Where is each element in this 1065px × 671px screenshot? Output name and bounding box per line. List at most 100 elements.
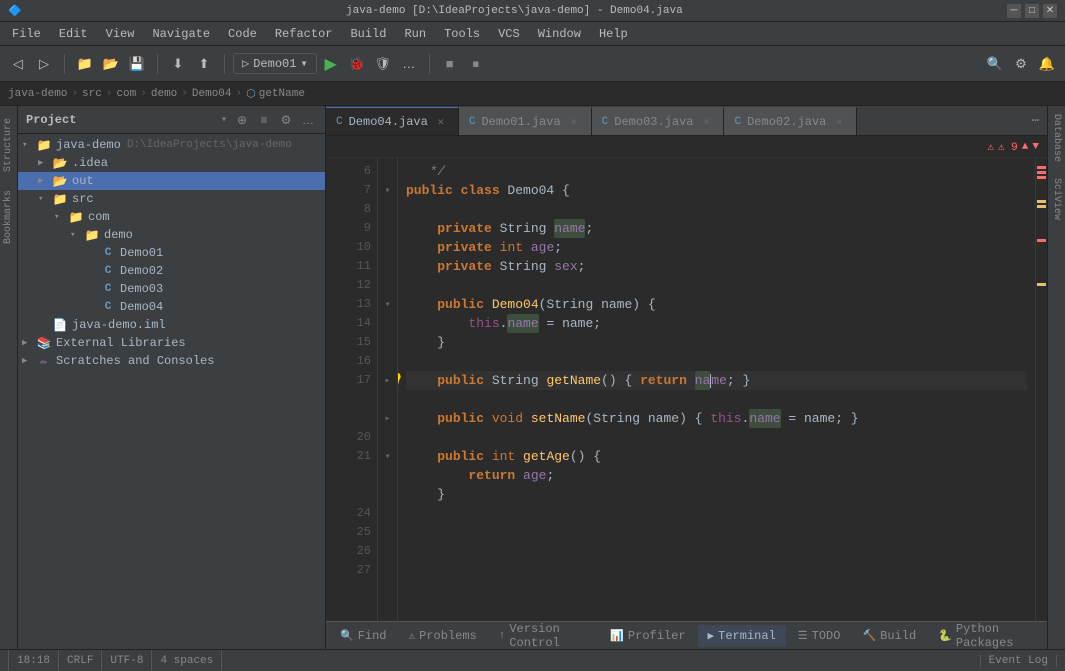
tree-item-demo02[interactable]: ▶ C Demo02	[18, 262, 325, 280]
bottom-tab-problems[interactable]: ⚠ Problems	[399, 625, 487, 647]
menu-run[interactable]: Run	[396, 25, 434, 43]
bottom-tab-python[interactable]: 🐍 Python Packages	[928, 625, 1043, 647]
minimize-button[interactable]: ─	[1007, 4, 1021, 18]
toolbar-forward-btn[interactable]: ▷	[32, 52, 56, 76]
bottom-tab-profiler[interactable]: 📊 Profiler	[600, 625, 695, 647]
run-config-selector[interactable]: ▷ Demo01 ▾	[233, 53, 317, 74]
sciview-tab[interactable]: SciView	[1049, 170, 1064, 228]
toolbar-vcs-push-btn[interactable]: ⬆	[192, 52, 216, 76]
tree-item-java-demo[interactable]: ▾ 📁 java-demo D:\IdeaProjects\java-demo	[18, 136, 325, 154]
tree-item-iml[interactable]: ▶ 📄 java-demo.iml	[18, 316, 325, 334]
error-marker-3	[1037, 176, 1046, 179]
menu-vcs[interactable]: VCS	[490, 25, 528, 43]
panel-more-btn[interactable]: …	[299, 111, 317, 129]
tree-item-scratches[interactable]: ▶ ✏ Scratches and Consoles	[18, 352, 325, 370]
gutter-24	[378, 428, 397, 447]
tree-item-demo01[interactable]: ▶ C Demo01	[18, 244, 325, 262]
menu-edit[interactable]: Edit	[51, 25, 96, 43]
bottom-tab-todo[interactable]: ☰ TODO	[788, 625, 851, 647]
error-nav-down[interactable]: ▼	[1032, 141, 1039, 153]
toolbar-new-btn[interactable]: 📁	[73, 52, 97, 76]
warning-marker-2	[1037, 205, 1046, 208]
bottom-tab-terminal[interactable]: ▶ Terminal	[698, 625, 786, 647]
database-tab[interactable]: Database	[1049, 106, 1064, 170]
menu-code[interactable]: Code	[220, 25, 265, 43]
run-button[interactable]: ▶	[319, 52, 343, 76]
tabs-overflow-btn[interactable]: ⋯	[1024, 106, 1047, 135]
tab-demo03[interactable]: C Demo03.java ✕	[592, 107, 725, 135]
tree-item-ext-libs[interactable]: ▶ 📚 External Libraries	[18, 334, 325, 352]
breadcrumb-src[interactable]: src	[82, 88, 102, 100]
panel-locate-btn[interactable]: ⊕	[233, 111, 251, 129]
menu-build[interactable]: Build	[342, 25, 394, 43]
panel-collapse-btn[interactable]: ≡	[255, 111, 273, 129]
tab-close-demo02[interactable]: ✕	[832, 115, 846, 129]
menu-help[interactable]: Help	[591, 25, 636, 43]
editor-gutter: ▾ ▾ ▸ ▸ ▾	[378, 158, 398, 621]
bottom-tab-build[interactable]: 🔨 Build	[852, 625, 926, 647]
status-line-ending[interactable]: CRLF	[59, 650, 102, 671]
menu-tools[interactable]: Tools	[436, 25, 488, 43]
tree-item-idea[interactable]: ▶ 📂 .idea	[18, 154, 325, 172]
tab-demo02[interactable]: C Demo02.java ✕	[724, 107, 857, 135]
tree-arrow-scratches: ▶	[22, 356, 36, 366]
toolbar-open-btn[interactable]: 📂	[99, 52, 123, 76]
menu-view[interactable]: View	[98, 25, 143, 43]
tree-item-out[interactable]: ▶ 📂 out	[18, 172, 325, 190]
search-everywhere-btn[interactable]: 🔍	[983, 52, 1007, 76]
tree-item-demo04[interactable]: ▶ C Demo04	[18, 298, 325, 316]
tree-item-com[interactable]: ▾ 📁 com	[18, 208, 325, 226]
menu-navigate[interactable]: Navigate	[144, 25, 218, 43]
structure-tab[interactable]: Structure	[1, 110, 16, 180]
settings-btn[interactable]: ⚙	[1009, 52, 1033, 76]
status-event-log[interactable]: Event Log	[980, 655, 1057, 667]
toolbar-back-btn[interactable]: ◁	[6, 52, 30, 76]
tree-item-demo03[interactable]: ▶ C Demo03	[18, 280, 325, 298]
gutter-13: ▾	[378, 295, 397, 314]
bottom-tab-vcs[interactable]: ↑ Version Control	[489, 625, 598, 647]
python-icon: 🐍	[938, 629, 952, 643]
iml-icon: 📄	[52, 317, 68, 333]
tab-close-demo03[interactable]: ✕	[699, 115, 713, 129]
breadcrumb-demo04[interactable]: Demo04	[192, 88, 232, 100]
toolbar-stop2-btn[interactable]: ⏹	[464, 52, 488, 76]
tab-close-demo04[interactable]: ✕	[434, 115, 448, 129]
status-encoding[interactable]: UTF-8	[102, 650, 152, 671]
status-position[interactable]: 18:18	[8, 650, 59, 671]
notifications-btn[interactable]: 🔔	[1035, 52, 1059, 76]
tab-icon-demo03: C	[602, 116, 609, 128]
code-line-8	[406, 200, 1027, 219]
breadcrumb-java-demo[interactable]: java-demo	[8, 88, 67, 100]
toolbar-vcs-update-btn[interactable]: ⬇	[166, 52, 190, 76]
breadcrumb-sep-2: ›	[106, 88, 113, 100]
code-content[interactable]: */ public class Demo04 { private String …	[398, 158, 1035, 621]
maximize-button[interactable]: □	[1025, 4, 1039, 18]
debug-button[interactable]: 🐞	[345, 52, 369, 76]
tab-demo01[interactable]: C Demo01.java ✕	[459, 107, 592, 135]
coverage-button[interactable]: 🛡	[371, 52, 395, 76]
bottom-tab-find[interactable]: 🔍 Find	[330, 625, 397, 647]
bookmarks-tab[interactable]: Bookmarks	[1, 182, 16, 252]
code-line-24	[406, 428, 1027, 447]
toolbar-stop-btn[interactable]: ■	[438, 52, 462, 76]
error-nav-up[interactable]: ▲	[1022, 141, 1029, 153]
tab-demo04[interactable]: C Demo04.java ✕	[326, 107, 459, 135]
breadcrumb-com[interactable]: com	[116, 88, 136, 100]
tree-item-src[interactable]: ▾ 📁 src	[18, 190, 325, 208]
status-indent[interactable]: 4 spaces	[152, 650, 222, 671]
code-editor[interactable]: 6 7 8 9 10 11 12 13 14 15 16 17 18 19 20…	[326, 158, 1047, 621]
tree-item-demo[interactable]: ▾ 📁 demo	[18, 226, 325, 244]
breadcrumb-getname[interactable]: ⬡ getName	[246, 87, 305, 101]
run-with-button[interactable]: …	[397, 52, 421, 76]
title-bar: 🔷 java-demo [D:\IdeaProjects\java-demo] …	[0, 0, 1065, 22]
breadcrumb-demo[interactable]: demo	[151, 88, 177, 100]
toolbar-save-btn[interactable]: 💾	[125, 52, 149, 76]
menu-window[interactable]: Window	[530, 25, 589, 43]
tab-close-demo01[interactable]: ✕	[567, 115, 581, 129]
panel-settings-btn[interactable]: ⚙	[277, 111, 295, 129]
gutter-11	[378, 257, 397, 276]
menu-refactor[interactable]: Refactor	[267, 25, 341, 43]
menu-file[interactable]: File	[4, 25, 49, 43]
close-button[interactable]: ✕	[1043, 4, 1057, 18]
out-folder-icon: 📂	[52, 173, 68, 189]
